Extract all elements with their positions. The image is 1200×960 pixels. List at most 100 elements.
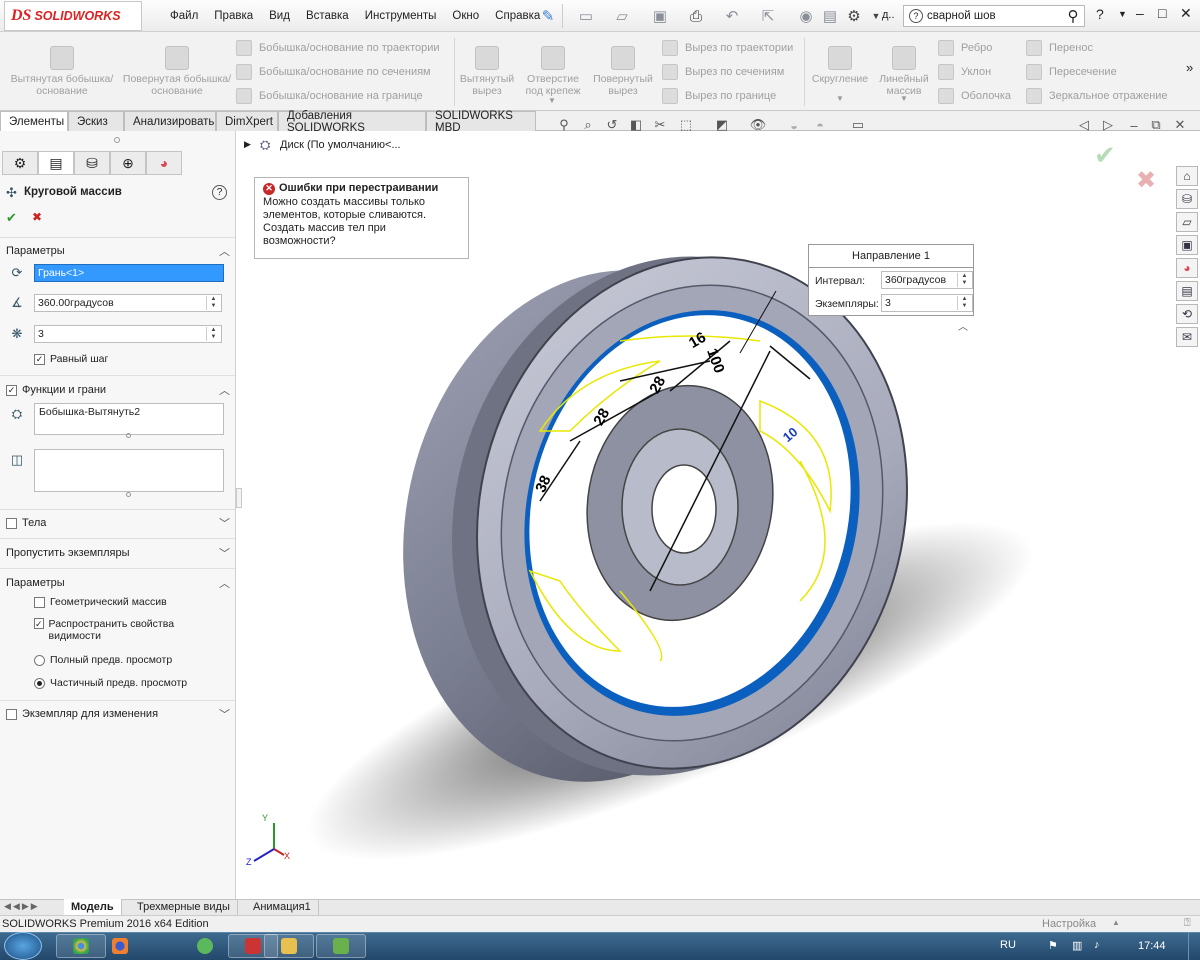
interval-spinner-icon[interactable]: ▲ ▼: [957, 273, 971, 287]
tab-model[interactable]: Модель: [64, 899, 122, 915]
status-customize[interactable]: Настройка: [1042, 918, 1096, 930]
pattern-dropdown-icon[interactable]: ▼: [900, 94, 908, 103]
new-document-icon[interactable]: ▭: [576, 6, 596, 26]
feature-list-item[interactable]: Бобышка-Вытянуть2: [39, 406, 140, 418]
pm-help-button[interactable]: ?: [212, 185, 227, 200]
instances-field[interactable]: 3 ▲ ▼: [34, 325, 222, 343]
show-desktop-button[interactable]: [1188, 932, 1200, 960]
solidworks-logo[interactable]: DS SOLIDWORKS: [4, 1, 142, 31]
tab-dimxpert[interactable]: DimXpert: [216, 111, 278, 131]
save-icon[interactable]: ▣: [650, 6, 670, 26]
fillet-dropdown-icon[interactable]: ▼: [836, 94, 844, 103]
hole-wizard-dropdown-icon[interactable]: ▼: [548, 96, 556, 105]
bodies-section-header[interactable]: Тела ﹀: [0, 511, 235, 535]
customize-caret-icon[interactable]: ▲: [1112, 918, 1120, 927]
full-preview-radio[interactable]: Полный предв. просмотр: [34, 654, 172, 666]
tab-features[interactable]: Элементы: [0, 111, 68, 131]
list-resize-handle[interactable]: [126, 492, 131, 497]
tab-animation[interactable]: Анимация1: [246, 899, 319, 915]
features-section-header[interactable]: ✓ Функции и грани ︿: [0, 378, 235, 402]
property-manager-tab-icon[interactable]: ▤: [38, 151, 74, 175]
search-input[interactable]: сварной шов: [927, 10, 1062, 22]
menu-edit[interactable]: Правка: [206, 10, 261, 22]
lofted-boss-button[interactable]: Бобышка/основание по сечениям: [236, 62, 440, 82]
status-help-icon[interactable]: ⍰: [1184, 917, 1191, 930]
taskbar-app[interactable]: [180, 934, 230, 958]
menu-tools[interactable]: Инструменты: [357, 10, 445, 22]
angle-field[interactable]: 360.00градусов ▲ ▼: [34, 294, 222, 312]
tray-volume-icon[interactable]: ♪: [1094, 939, 1100, 951]
tray-flag-icon[interactable]: ⚑: [1048, 939, 1058, 952]
pin-icon[interactable]: ✎: [538, 6, 558, 26]
cancel-button[interactable]: ✖: [32, 210, 42, 224]
boundary-boss-button[interactable]: Бобышка/основание на границе: [236, 86, 440, 106]
skip-instances-header[interactable]: Пропустить экземпляры ﹀: [0, 541, 235, 565]
tab-3d-views[interactable]: Трехмерные виды: [130, 899, 238, 915]
language-indicator[interactable]: RU: [1000, 939, 1016, 951]
taskbar-explorer[interactable]: [264, 934, 314, 958]
equal-spacing-checkbox[interactable]: ✓ Равный шаг: [34, 353, 108, 365]
extruded-boss-button[interactable]: Вытянутая бобышка/основание: [6, 38, 118, 97]
select-icon[interactable]: ⇱: [758, 6, 778, 26]
configuration-tab-icon[interactable]: ⛁: [74, 151, 110, 175]
propagate-visual-checkbox[interactable]: ✓ Распространить свойства видимости: [34, 618, 194, 642]
count-spinner-icon[interactable]: ▲ ▼: [957, 296, 971, 310]
options-gear-icon[interactable]: ⚙: [844, 6, 864, 26]
taskbar-firefox[interactable]: [95, 934, 145, 958]
list-resize-handle[interactable]: [126, 433, 131, 438]
params-section-header[interactable]: Параметры ︿: [0, 239, 235, 263]
tray-network-icon[interactable]: ▥: [1072, 939, 1082, 952]
help-button[interactable]: ?: [1096, 6, 1104, 22]
intersect-button[interactable]: Пересечение: [1026, 62, 1168, 82]
callout-collapse-icon[interactable]: ︿: [958, 318, 968, 333]
rebuild-icon[interactable]: ◉: [796, 6, 816, 26]
solidworks-resources-icon[interactable]: ⟲: [1176, 304, 1198, 324]
swept-cut-button[interactable]: Вырез по траектории: [662, 38, 793, 58]
search-field[interactable]: ? сварной шов ⚲: [903, 5, 1085, 27]
custom-properties-icon[interactable]: ▤: [1176, 281, 1198, 301]
close-button[interactable]: ✕: [1180, 5, 1192, 22]
dimxpert-tab-icon[interactable]: ⊕: [110, 151, 146, 175]
appearances-icon[interactable]: ◕: [1176, 258, 1198, 278]
partial-preview-radio[interactable]: Частичный предв. просмотр: [34, 677, 187, 689]
axis-direction-icon[interactable]: ⟳: [8, 264, 26, 282]
fillet-button[interactable]: Скругление: [808, 38, 872, 85]
features-list[interactable]: Бобышка-Вытянуть2: [34, 403, 224, 435]
tab-mbd[interactable]: SOLIDWORKS MBD: [426, 110, 536, 134]
tab-sketch[interactable]: Эскиз: [68, 111, 124, 131]
axis-field[interactable]: Грань<1>: [34, 264, 224, 282]
angle-spinner-icon[interactable]: ▲ ▼: [206, 296, 220, 310]
taskbar-other-app[interactable]: [316, 934, 366, 958]
revolved-boss-button[interactable]: Повернутая бобышка/основание: [122, 38, 232, 97]
instances-spinner-icon[interactable]: ▲ ▼: [206, 327, 220, 341]
rib-button[interactable]: Ребро: [938, 38, 1011, 58]
geometry-pattern-checkbox[interactable]: Геометрический массив: [34, 596, 167, 608]
maximize-button[interactable]: □: [1158, 5, 1166, 21]
display-manager-tab-icon[interactable]: ◕: [146, 151, 182, 175]
search-icon[interactable]: ⚲: [1062, 7, 1084, 25]
menu-window[interactable]: Окно: [444, 10, 487, 22]
instances-to-vary-header[interactable]: Экземпляр для изменения ﹀: [0, 702, 235, 726]
open-icon[interactable]: ▱: [612, 6, 632, 26]
menu-view[interactable]: Вид: [261, 10, 298, 22]
view-palette-icon[interactable]: ▣: [1176, 235, 1198, 255]
viewport-close-icon[interactable]: ✕: [1170, 116, 1190, 134]
lofted-cut-button[interactable]: Вырез по сечениям: [662, 62, 793, 82]
file-explorer-icon[interactable]: ▱: [1176, 212, 1198, 232]
home-icon[interactable]: ⌂: [1176, 166, 1198, 186]
start-button[interactable]: [4, 932, 42, 960]
search-scope[interactable]: д..: [882, 9, 895, 21]
undo-icon[interactable]: ↶: [722, 6, 742, 26]
revolved-cut-button[interactable]: Повернутый вырез: [590, 38, 656, 97]
ribbon-more-button[interactable]: »: [1186, 60, 1193, 75]
wrap-button[interactable]: Перенос: [1026, 38, 1168, 58]
help-dropdown-icon[interactable]: ▼: [1118, 9, 1127, 19]
boundary-cut-button[interactable]: Вырез по границе: [662, 86, 793, 106]
tab-addins[interactable]: Добавления SOLIDWORKS: [278, 110, 426, 134]
forum-icon[interactable]: ✉: [1176, 327, 1198, 347]
menu-insert[interactable]: Вставка: [298, 10, 357, 22]
tab-scroll-arrows-icon[interactable]: ◀◀▶▶: [4, 901, 40, 912]
print-icon[interactable]: ⎙: [686, 6, 706, 26]
file-properties-icon[interactable]: ▤: [820, 6, 840, 26]
pm-splitter-handle[interactable]: [114, 137, 120, 143]
